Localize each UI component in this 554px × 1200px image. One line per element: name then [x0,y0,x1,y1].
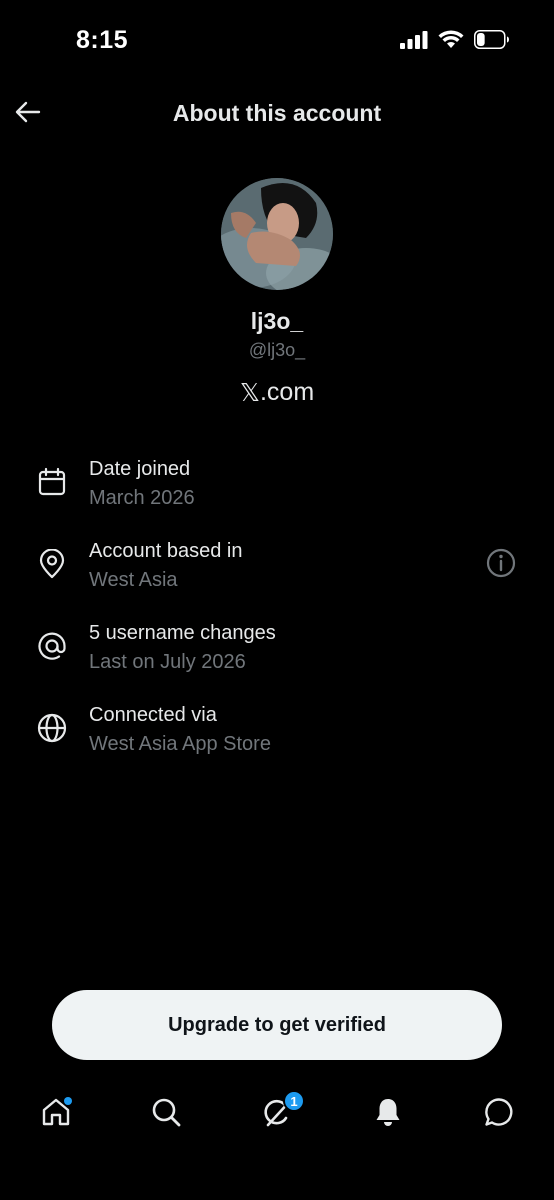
info-label: Connected via [89,704,217,726]
status-time: 8:15 [76,26,129,54]
status-icons [400,30,510,54]
avatar-image [221,178,333,290]
site-label: 𝕏 .com [0,378,554,407]
status-bar: 8:15 [0,0,554,80]
at-sign-icon [36,630,68,662]
info-row-date-joined: Date joined March 2026 [0,456,554,516]
signal-icon [400,30,428,54]
globe-icon [36,712,68,744]
display-name: lj3o_ [250,308,304,334]
info-label: Account based in [89,540,243,562]
tab-messages[interactable] [477,1092,521,1136]
info-icon [486,548,516,583]
tab-home[interactable] [34,1092,78,1136]
upgrade-button[interactable]: Upgrade to get verified [52,990,502,1060]
x-logo-icon: 𝕏 [239,378,260,407]
info-row-connected-via: Connected via West Asia App Store [0,702,554,762]
avatar[interactable] [221,178,333,290]
info-value: March 2026 [89,487,195,509]
info-label: 5 username changes [89,622,276,644]
calendar-icon [36,466,68,498]
notifications-bell-icon [372,1096,404,1133]
tab-search[interactable] [144,1092,188,1136]
tab-badge: 1 [283,1090,305,1112]
info-value: West Asia [89,569,178,591]
info-label: Date joined [89,458,191,480]
location-pin-icon [36,548,68,580]
info-row-account-based-in: Account based in West Asia [0,538,554,598]
search-icon [150,1096,182,1133]
user-handle: @lj3o_ [248,340,306,360]
page-title: About this account [172,100,382,126]
header: About this account [0,84,554,144]
bottom-tab-bar: 1 [0,1080,554,1160]
info-button[interactable] [486,548,516,583]
tab-notifications[interactable] [366,1092,410,1136]
site-suffix: .com [259,378,315,406]
battery-icon [474,30,510,54]
messages-icon [483,1096,515,1133]
tab-grok[interactable]: 1 [255,1090,305,1136]
info-row-username-changes: 5 username changes Last on July 2026 [0,620,554,680]
info-value: West Asia App Store [89,733,271,755]
notification-dot [64,1097,72,1105]
info-value: Last on July 2026 [89,651,246,673]
wifi-icon [438,30,464,54]
